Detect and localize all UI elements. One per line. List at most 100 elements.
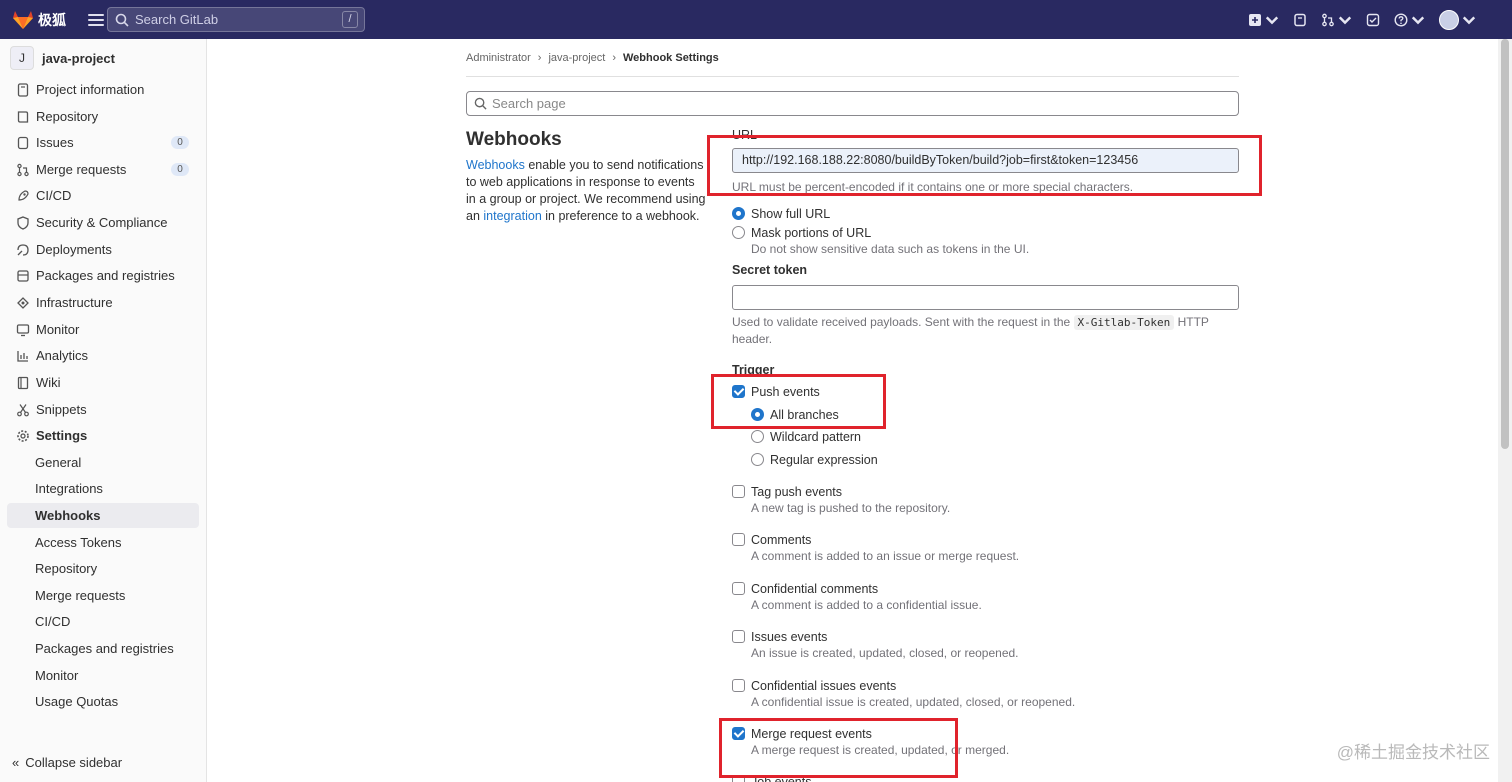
sidebar-sub-monitor[interactable]: Monitor bbox=[7, 663, 199, 688]
sidebar-item-label: Analytics bbox=[36, 348, 89, 363]
chevron-down-icon bbox=[1338, 16, 1352, 24]
monitor-icon bbox=[16, 323, 30, 336]
chevron-down-icon bbox=[1265, 16, 1279, 24]
radio-mask-url[interactable] bbox=[732, 226, 745, 239]
comments-option[interactable]: Comments A comment is added to an issue … bbox=[732, 532, 1019, 565]
issues-icon bbox=[1294, 13, 1306, 26]
top-navbar: 极狐 Search GitLab / bbox=[0, 0, 1512, 39]
search-shortcut-badge: / bbox=[342, 11, 358, 28]
shield-icon bbox=[17, 215, 29, 230]
confidential-comments-option[interactable]: Confidential comments A comment is added… bbox=[732, 581, 982, 614]
fox-logo-icon bbox=[13, 10, 33, 29]
sidebar-item-deployments[interactable]: Deployments bbox=[7, 237, 199, 262]
issues-events-option[interactable]: Issues events An issue is created, updat… bbox=[732, 629, 1019, 662]
gitlab-logo[interactable]: 极狐 bbox=[12, 10, 66, 30]
sidebar-item-repository[interactable]: Repository bbox=[7, 104, 199, 129]
confidential-issues-option[interactable]: Confidential issues events A confidentia… bbox=[732, 678, 1075, 711]
page-search-input[interactable]: Search page bbox=[466, 91, 1239, 116]
secret-token-input[interactable] bbox=[732, 285, 1239, 310]
chevron-down-icon bbox=[1462, 16, 1476, 24]
breadcrumb-current[interactable]: Webhook Settings bbox=[623, 52, 719, 64]
sidebar-sub-cicd[interactable]: CI/CD bbox=[7, 609, 199, 634]
help-dropdown[interactable] bbox=[1394, 12, 1425, 27]
sidebar-sub-repository[interactable]: Repository bbox=[7, 556, 199, 581]
scrollbar-thumb[interactable] bbox=[1501, 39, 1509, 449]
scrollbar[interactable] bbox=[1498, 39, 1512, 782]
sidebar-item-settings[interactable]: Settings bbox=[7, 423, 199, 448]
info-icon bbox=[17, 82, 29, 97]
project-header[interactable]: J java-project bbox=[10, 46, 115, 70]
checkbox-comments[interactable] bbox=[732, 533, 745, 546]
checkbox-issues-events[interactable] bbox=[732, 630, 745, 643]
webhooks-doc-link[interactable]: Webhooks bbox=[466, 158, 525, 172]
sidebar-item-label: CI/CD bbox=[36, 188, 72, 203]
desc-text-2: in preference to a webhook. bbox=[541, 209, 700, 223]
breadcrumb-project[interactable]: java-project bbox=[548, 52, 605, 64]
option-help: A new tag is pushed to the repository. bbox=[751, 501, 951, 515]
global-search-input[interactable]: Search GitLab / bbox=[107, 7, 365, 32]
chevron-right-icon: › bbox=[537, 52, 542, 64]
sidebar-item-label: Project information bbox=[36, 82, 145, 97]
radio-regex[interactable] bbox=[751, 453, 764, 466]
sidebar-item-security-compliance[interactable]: Security & Compliance bbox=[7, 210, 199, 235]
sidebar-sub-general[interactable]: General bbox=[7, 450, 199, 475]
wildcard-option[interactable]: Wildcard pattern bbox=[751, 429, 861, 445]
sidebar-item-wiki[interactable]: Wiki bbox=[7, 370, 199, 395]
todos-button[interactable] bbox=[1366, 13, 1380, 27]
cloud-icon bbox=[17, 296, 29, 309]
sidebar-sub-webhooks[interactable]: Webhooks bbox=[7, 503, 199, 528]
radio-wildcard[interactable] bbox=[751, 430, 764, 443]
checkbox-tag-push[interactable] bbox=[732, 485, 745, 498]
issues-icon bbox=[17, 136, 29, 149]
search-placeholder: Search GitLab bbox=[135, 12, 219, 27]
count-badge: 0 bbox=[171, 136, 189, 149]
menu-icon[interactable] bbox=[88, 13, 104, 26]
option-label: Wildcard pattern bbox=[770, 430, 862, 444]
project-avatar: J bbox=[10, 46, 34, 70]
gear-icon bbox=[17, 429, 29, 442]
checkbox-confidential-issues[interactable] bbox=[732, 679, 745, 692]
sidebar-item-project-information[interactable]: Project information bbox=[7, 77, 199, 102]
chevron-down-icon bbox=[1411, 16, 1425, 24]
integration-link[interactable]: integration bbox=[483, 209, 541, 223]
sidebar-item-monitor[interactable]: Monitor bbox=[7, 317, 199, 342]
regex-option[interactable]: Regular expression bbox=[751, 452, 878, 468]
option-help: An issue is created, updated, closed, or… bbox=[751, 646, 1019, 660]
option-label: Show full URL bbox=[751, 207, 831, 221]
user-menu[interactable] bbox=[1439, 9, 1476, 30]
checkbox-confidential-comments[interactable] bbox=[732, 582, 745, 595]
snippet-icon bbox=[17, 403, 29, 416]
sidebar-sub-merge-requests[interactable]: Merge requests bbox=[7, 583, 199, 608]
avatar bbox=[1439, 9, 1459, 30]
sidebar-item-issues[interactable]: Issues 0 bbox=[7, 130, 199, 155]
sidebar-item-analytics[interactable]: Analytics bbox=[7, 343, 199, 368]
new-dropdown[interactable] bbox=[1248, 13, 1279, 27]
option-help: A confidential issue is created, updated… bbox=[751, 695, 1076, 709]
breadcrumb-admin[interactable]: Administrator bbox=[466, 52, 531, 64]
sidebar-sub-integrations[interactable]: Integrations bbox=[7, 476, 199, 501]
highlight-box bbox=[719, 718, 958, 778]
radio-show-full-url[interactable] bbox=[732, 207, 745, 220]
rocket-icon bbox=[18, 189, 29, 201]
todo-icon bbox=[1366, 13, 1380, 26]
issues-button[interactable] bbox=[1293, 13, 1307, 27]
sidebar-item-packages-registries[interactable]: Packages and registries bbox=[7, 263, 199, 288]
merge-requests-dropdown[interactable] bbox=[1321, 13, 1352, 27]
sidebar-sub-access-tokens[interactable]: Access Tokens bbox=[7, 530, 199, 555]
show-full-url-option[interactable]: Show full URL bbox=[732, 206, 830, 222]
sidebar-sub-packages-registries[interactable]: Packages and registries bbox=[7, 636, 199, 661]
mask-url-option[interactable]: Mask portions of URL Do not show sensiti… bbox=[732, 225, 1029, 258]
collapse-sidebar-label: Collapse sidebar bbox=[25, 755, 123, 770]
chart-icon bbox=[17, 350, 28, 362]
sidebar-sub-usage-quotas[interactable]: Usage Quotas bbox=[7, 689, 199, 714]
sidebar-item-merge-requests[interactable]: Merge requests 0 bbox=[7, 157, 199, 182]
sidebar-item-snippets[interactable]: Snippets bbox=[7, 397, 199, 422]
watermark: @稀土掘金技术社区 bbox=[1336, 743, 1490, 762]
tag-push-events-option[interactable]: Tag push events A new tag is pushed to t… bbox=[732, 484, 950, 517]
option-label: Confidential comments bbox=[751, 582, 879, 596]
collapse-sidebar-button[interactable]: « Collapse sidebar bbox=[12, 755, 122, 770]
sidebar-item-cicd[interactable]: CI/CD bbox=[7, 183, 199, 208]
option-label: Issues events bbox=[751, 630, 828, 644]
wiki-icon bbox=[17, 376, 29, 389]
sidebar-item-infrastructure[interactable]: Infrastructure bbox=[7, 290, 199, 315]
